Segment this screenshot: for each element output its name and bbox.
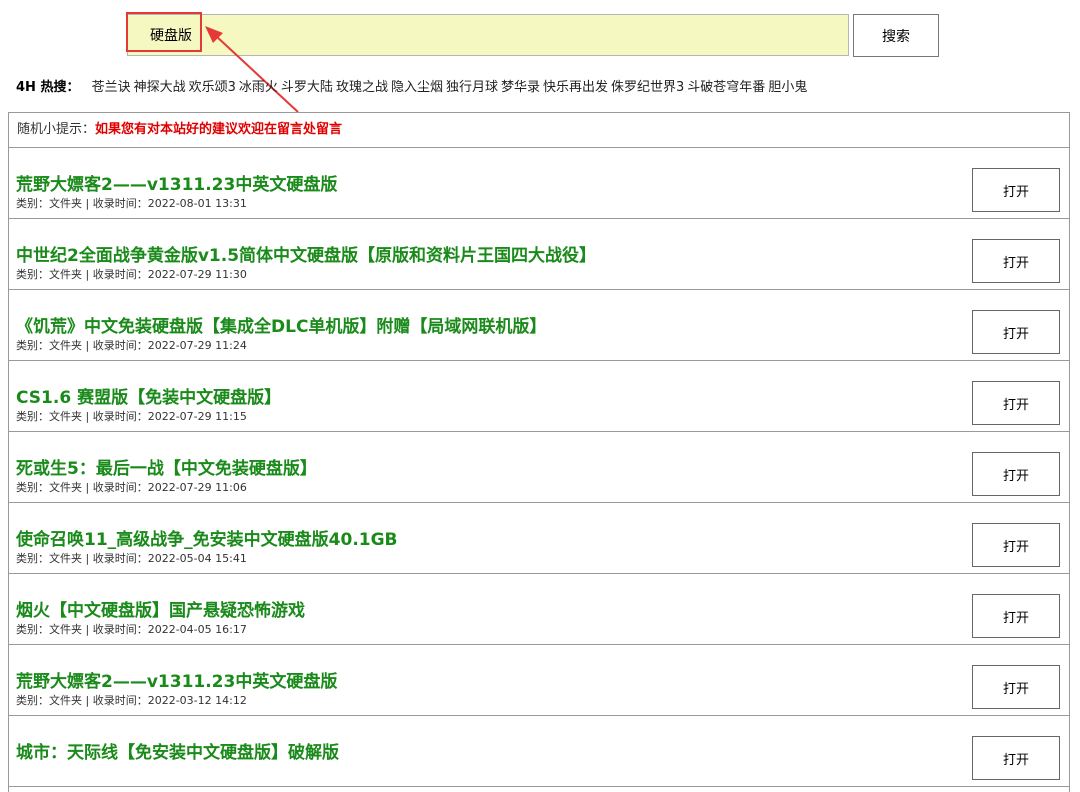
open-button[interactable]: 打开 — [972, 381, 1060, 425]
hot-search-bar: 4H 热搜： 苍兰诀 神探大战 欢乐颂3 冰雨火 斗罗大陆 玫瑰之战 隐入尘烟 独行月球 梦华录… — [16, 76, 810, 95]
result-item: 使命召唤11_高级战争_免安装中文硬盘版40.1GB 类别：文件夹 | 收录时间：… — [9, 503, 1069, 574]
open-button[interactable]: 打开 — [972, 310, 1060, 354]
open-button[interactable]: 打开 — [972, 665, 1060, 709]
result-item: 烟火【中文硬盘版】国产悬疑恐怖游戏类别：文件夹 | 收录时间：2022-04-0… — [9, 574, 1069, 645]
hot-search-link[interactable]: 胆小鬼 — [768, 80, 807, 95]
result-meta: 类别：文件夹 | 收录时间：2022-08-01 13:31 — [16, 197, 247, 210]
open-button[interactable]: 打开 — [972, 452, 1060, 496]
hot-search-link[interactable]: 欢乐颂3 — [189, 80, 236, 95]
hot-search-link[interactable]: 冰雨火 — [239, 80, 278, 95]
hot-search-link[interactable]: 梦华录 — [501, 80, 540, 95]
open-button[interactable]: 打开 — [972, 523, 1060, 567]
hot-search-link[interactable]: 神探大战 — [134, 80, 186, 95]
hot-search-link[interactable]: 苍兰诀 — [92, 80, 131, 95]
hot-search-link[interactable]: 玫瑰之战 — [336, 80, 388, 95]
result-meta: 类别：文件夹 | 收录时间：2022-05-04 15:41 — [16, 552, 247, 565]
search-button[interactable]: 搜索 — [853, 14, 939, 57]
open-button[interactable]: 打开 — [972, 594, 1060, 638]
results-panel: 随机小提示：如果您有对本站好的建议欢迎在留言处留言 荒野大嫖客2——v1311.… — [8, 112, 1070, 792]
result-title-link[interactable]: 使命召唤11_高级战争_免安装中文硬盘版40.1GB — [16, 525, 398, 550]
result-meta: 类别：文件夹 | 收录时间：2022-07-29 11:15 — [16, 410, 247, 423]
result-title-link[interactable]: 荒野大嫖客2——v1311.23中英文硬盘版 — [16, 667, 337, 692]
result-title-link[interactable]: 烟火【中文硬盘版】国产悬疑恐怖游戏 — [16, 596, 305, 621]
result-meta: 类别：文件夹 | 收录时间：2022-07-29 11:06 — [16, 481, 247, 494]
result-item: 中世纪2全面战争黄金版v1.5简体中文硬盘版【原版和资料片王国四大战役】类别：文… — [9, 219, 1069, 290]
hot-search-label: 4H 热搜： — [16, 80, 80, 95]
hot-search-list: 苍兰诀 神探大战 欢乐颂3 冰雨火 斗罗大陆 玫瑰之战 隐入尘烟 独行月球 梦华录 快乐再出发 侏罗… — [92, 80, 811, 95]
result-item: 《饥荒》中文免装硬盘版【集成全DLC单机版】附赠【局域网联机版】类别：文件夹 |… — [9, 290, 1069, 361]
result-list: 荒野大嫖客2——v1311.23中英文硬盘版类别：文件夹 | 收录时间：2022… — [9, 148, 1069, 787]
result-item: CS1.6 赛盟版【免装中文硬盘版】类别：文件夹 | 收录时间：2022-07-… — [9, 361, 1069, 432]
result-title-link[interactable]: 《饥荒》中文免装硬盘版【集成全DLC单机版】附赠【局域网联机版】 — [16, 312, 546, 337]
result-item: 荒野大嫖客2——v1311.23中英文硬盘版类别：文件夹 | 收录时间：2022… — [9, 645, 1069, 716]
result-item: 死或生5：最后一战【中文免装硬盘版】类别：文件夹 | 收录时间：2022-07-… — [9, 432, 1069, 503]
result-title-link[interactable]: 城市：天际线【免安装中文硬盘版】破解版 — [16, 738, 339, 763]
open-button[interactable]: 打开 — [972, 239, 1060, 283]
result-title-link[interactable]: 中世纪2全面战争黄金版v1.5简体中文硬盘版【原版和资料片王国四大战役】 — [16, 241, 596, 266]
hot-search-link[interactable]: 独行月球 — [446, 80, 498, 95]
result-item: 荒野大嫖客2——v1311.23中英文硬盘版类别：文件夹 | 收录时间：2022… — [9, 148, 1069, 219]
hot-search-link[interactable]: 斗破苍穹年番 — [687, 80, 765, 95]
open-button[interactable]: 打开 — [972, 736, 1060, 780]
random-tip: 随机小提示：如果您有对本站好的建议欢迎在留言处留言 — [9, 113, 1069, 148]
tip-text: 如果您有对本站好的建议欢迎在留言处留言 — [95, 122, 343, 137]
tip-label: 随机小提示： — [17, 122, 96, 137]
result-meta: 类别：文件夹 | 收录时间：2022-04-05 16:17 — [16, 623, 247, 636]
hot-search-link[interactable]: 快乐再出发 — [543, 80, 608, 95]
hot-search-link[interactable]: 侏罗纪世界3 — [611, 80, 684, 95]
result-meta: 类别：文件夹 | 收录时间：2022-07-29 11:24 — [16, 339, 247, 352]
result-meta: 类别：文件夹 | 收录时间：2022-07-29 11:30 — [16, 268, 247, 281]
hot-search-link[interactable]: 斗罗大陆 — [281, 80, 333, 95]
result-meta: 类别：文件夹 | 收录时间：2022-03-12 14:12 — [16, 694, 247, 707]
hot-search-link[interactable]: 隐入尘烟 — [391, 80, 443, 95]
search-input[interactable] — [127, 14, 849, 56]
result-title-link[interactable]: 死或生5：最后一战【中文免装硬盘版】 — [16, 454, 317, 479]
result-title-link[interactable]: CS1.6 赛盟版【免装中文硬盘版】 — [16, 383, 281, 408]
result-item: 城市：天际线【免安装中文硬盘版】破解版 打开 — [9, 716, 1069, 787]
open-button[interactable]: 打开 — [972, 168, 1060, 212]
result-title-link[interactable]: 荒野大嫖客2——v1311.23中英文硬盘版 — [16, 170, 337, 195]
